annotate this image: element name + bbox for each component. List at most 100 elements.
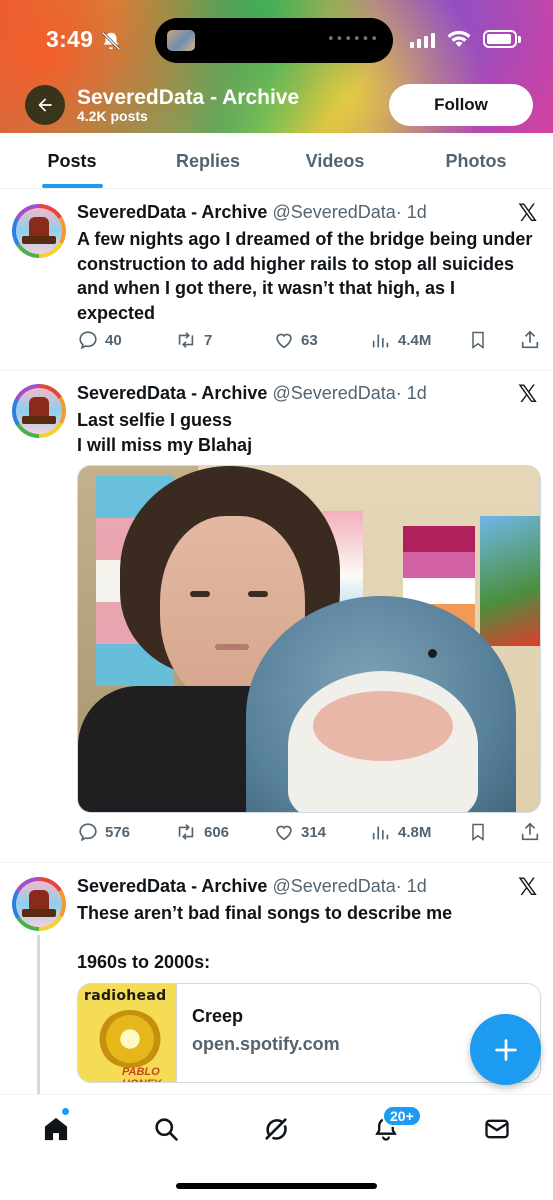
- nav-grok[interactable]: [256, 1109, 296, 1149]
- tab-replies[interactable]: Replies: [150, 133, 266, 189]
- post-text-line: These aren’t bad final songs to describe…: [77, 903, 453, 923]
- signal-icon: [410, 32, 435, 48]
- views-button[interactable]: 4.4M: [370, 329, 431, 351]
- now-playing-artwork: [167, 30, 195, 51]
- audio-wave-icon: ••••••: [326, 32, 379, 47]
- poster-decoration: [480, 516, 540, 646]
- like-icon: [276, 333, 292, 349]
- x-logo-icon: 𝕏: [518, 199, 538, 227]
- author-handle: @SeveredData: [272, 202, 396, 222]
- back-arrow-icon: [38, 98, 52, 112]
- reply-count: 576: [105, 823, 131, 841]
- album-artwork: radiohead PABLO HONEY: [78, 984, 177, 1082]
- avatar[interactable]: [12, 204, 66, 258]
- post[interactable]: SeveredData - Archive @SeveredData· 1d 𝕏…: [0, 189, 553, 371]
- repost-button[interactable]: 606: [174, 821, 229, 843]
- home-icon: [44, 1117, 68, 1141]
- plus-icon: [494, 1038, 517, 1061]
- bookmark-icon: [472, 823, 484, 841]
- post-text-line: Last selfie I guess: [77, 410, 233, 430]
- like-button[interactable]: 63: [273, 329, 318, 351]
- tab-posts[interactable]: Posts: [20, 133, 124, 189]
- x-logo-icon: 𝕏: [518, 380, 538, 408]
- profile-tabs: Posts Replies Videos Photos: [0, 133, 553, 189]
- post-actions: 576 606 314 4.8M: [77, 821, 542, 849]
- reply-icon: [79, 823, 97, 842]
- like-button[interactable]: 314: [273, 821, 326, 843]
- reply-icon: [79, 331, 97, 350]
- post-header: SeveredData - Archive @SeveredData· 1d: [77, 876, 427, 897]
- status-bar: 3:49 ••••••: [0, 0, 553, 80]
- card-title: Creep: [192, 1006, 244, 1026]
- tab-photos[interactable]: Photos: [416, 133, 536, 189]
- views-icon: [372, 334, 389, 348]
- share-button[interactable]: [519, 329, 541, 351]
- share-icon: [521, 822, 539, 841]
- mail-icon: [485, 1119, 509, 1139]
- reply-button[interactable]: 576: [77, 821, 130, 843]
- profile-banner: 3:49 •••••• SeveredData - Archive 4.2K p…: [0, 0, 553, 133]
- like-count: 314: [301, 823, 327, 841]
- nav-home[interactable]: [36, 1109, 76, 1149]
- follow-button[interactable]: Follow: [389, 84, 533, 126]
- author-name[interactable]: SeveredData - Archive: [77, 202, 267, 222]
- bookmark-icon: [472, 331, 484, 349]
- bookmark-button[interactable]: [468, 329, 488, 351]
- x-logo-icon: 𝕏: [518, 873, 538, 901]
- home-indicator: [176, 1183, 377, 1189]
- avatar[interactable]: [12, 384, 66, 438]
- repost-button[interactable]: 7: [174, 329, 212, 351]
- post-count: 4.2K posts: [77, 108, 148, 124]
- status-time: 3:49: [46, 26, 94, 52]
- notification-badge: 20+: [382, 1105, 422, 1127]
- compose-button[interactable]: [470, 1014, 541, 1085]
- avatar[interactable]: [12, 877, 66, 931]
- post-text-line: 1960s to 2000s:: [77, 951, 211, 972]
- search-icon: [155, 1118, 178, 1141]
- post-text: Last selfie I guess I will miss my Blaha…: [77, 408, 537, 457]
- card-domain: open.spotify.com: [192, 1034, 340, 1054]
- author-handle: @SeveredData: [272, 383, 396, 403]
- views-button[interactable]: 4.8M: [370, 821, 431, 843]
- album-artist: radiohead: [84, 988, 167, 1004]
- post-text: A few nights ago I dreamed of the bridge…: [77, 229, 533, 323]
- views-count: 4.8M: [398, 823, 432, 841]
- bell-off-icon: [100, 30, 122, 57]
- nav-search[interactable]: [146, 1109, 186, 1149]
- repost-icon: [178, 332, 194, 348]
- author-name[interactable]: SeveredData - Archive: [77, 383, 267, 403]
- new-posts-dot: [61, 1107, 70, 1116]
- reply-count: 40: [105, 331, 122, 349]
- nav-messages[interactable]: [477, 1109, 517, 1149]
- like-count: 63: [301, 331, 318, 349]
- spotify-link-card[interactable]: radiohead PABLO HONEY Creep open.spotify…: [77, 983, 541, 1083]
- post-header: SeveredData - Archive @SeveredData· 1d: [77, 383, 427, 404]
- author-handle: @SeveredData: [272, 876, 396, 896]
- share-icon: [521, 330, 539, 349]
- bookmark-button[interactable]: [468, 821, 488, 843]
- post-photo[interactable]: [77, 465, 541, 813]
- post-time: · 1d: [395, 202, 427, 222]
- repost-count: 7: [204, 331, 213, 349]
- post-actions: 40 7 63 4.4M: [77, 329, 542, 357]
- post-text-line: I will miss my Blahaj: [77, 434, 253, 455]
- dynamic-island: ••••••: [155, 18, 393, 63]
- post-time: · 1d: [395, 383, 427, 403]
- post-text: These aren’t bad final songs to describe…: [77, 901, 537, 974]
- wifi-icon: [446, 29, 472, 54]
- views-icon: [372, 826, 389, 840]
- tab-videos[interactable]: Videos: [280, 133, 390, 189]
- share-button[interactable]: [519, 821, 541, 843]
- active-tab-indicator: [42, 184, 103, 188]
- repost-icon: [178, 824, 194, 840]
- profile-name: SeveredData - Archive: [77, 86, 300, 109]
- author-name[interactable]: SeveredData - Archive: [77, 876, 267, 896]
- grok-icon: [265, 1118, 287, 1140]
- back-button[interactable]: [25, 85, 65, 125]
- repost-count: 606: [204, 823, 230, 841]
- post-header: SeveredData - Archive @SeveredData· 1d: [77, 202, 427, 223]
- views-count: 4.4M: [398, 331, 432, 349]
- battery-icon: [483, 30, 521, 48]
- album-name: PABLO HONEY: [122, 1066, 161, 1082]
- reply-button[interactable]: 40: [77, 329, 122, 351]
